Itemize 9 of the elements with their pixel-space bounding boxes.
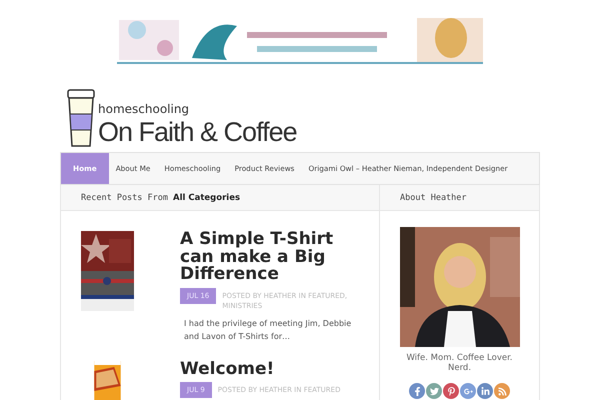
profile-caption: Wife. Mom. Coffee Lover. Nerd.	[405, 353, 514, 373]
logo-tagline: homeschooling	[98, 103, 190, 116]
category-filter[interactable]: All Categories	[173, 192, 240, 202]
header-label: Recent Posts From	[81, 192, 168, 202]
post-title[interactable]: A Simple T-Shirt can make a Big Difference	[180, 231, 360, 284]
post-excerpt: I had the privilege of meeting Jim, Debbie and Lavon of T-Shirts for…	[183, 318, 352, 342]
sidebar-heading: About Heather	[400, 192, 467, 202]
post-title[interactable]: Welcome!	[180, 360, 360, 378]
logo-title: On Faith & Coffee	[98, 116, 297, 148]
